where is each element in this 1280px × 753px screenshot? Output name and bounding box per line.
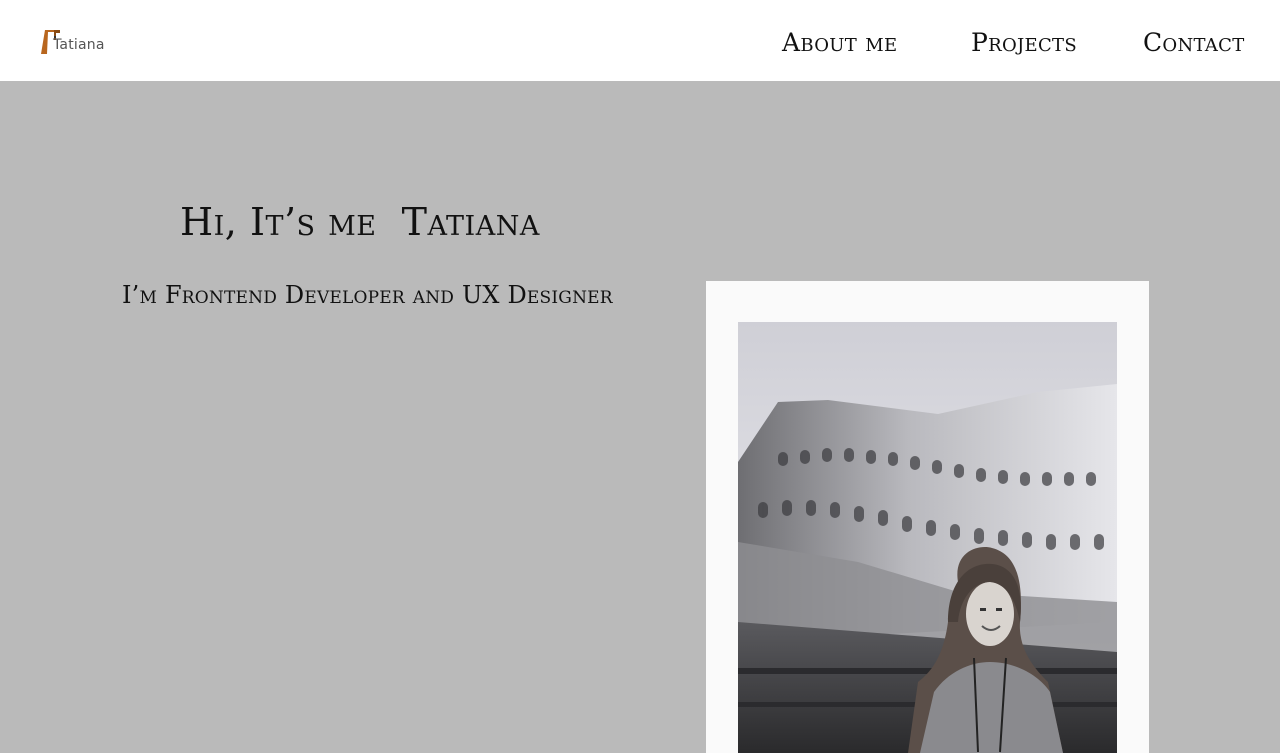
logo-text: Tatiana — [53, 37, 105, 53]
hero-title: Hi, It’s me Tatiana — [180, 200, 540, 244]
nav-contact[interactable]: Contact — [1143, 28, 1245, 57]
portrait-image-icon — [738, 322, 1117, 753]
site-header: Tatiana About me Projects Contact — [0, 0, 1280, 81]
hero-subtitle: I’m Frontend Developer and UX Designer — [122, 281, 613, 309]
nav-projects[interactable]: Projects — [971, 28, 1077, 57]
nav-about-me[interactable]: About me — [782, 28, 897, 57]
photo-frame — [706, 281, 1149, 753]
portrait-photo — [738, 322, 1117, 753]
site-logo[interactable]: Tatiana — [40, 27, 104, 57]
